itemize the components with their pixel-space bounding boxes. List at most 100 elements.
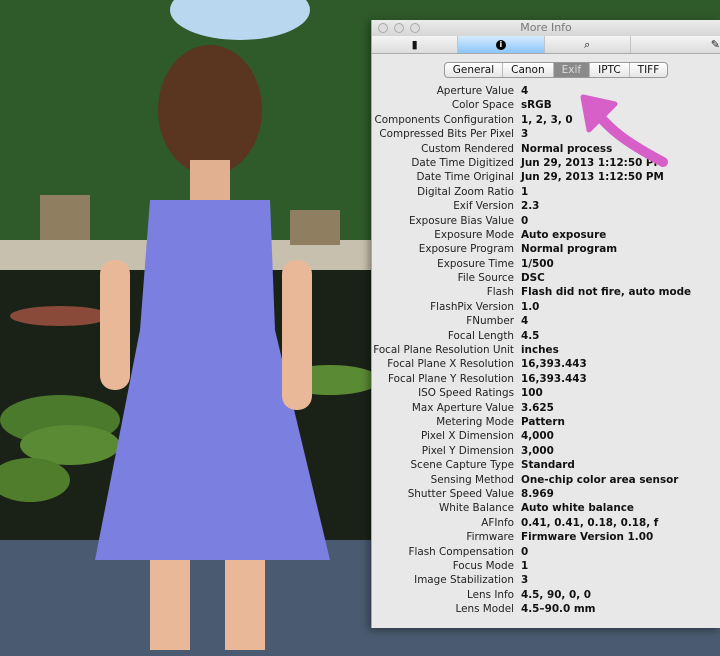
exif-value: 4 (521, 315, 529, 328)
exif-value: 16,393.443 (521, 358, 587, 371)
minimize-button[interactable] (394, 23, 404, 33)
exif-label: FlashPix Version (430, 300, 514, 313)
metadata-tabs: General Canon Exif IPTC TIFF (443, 62, 669, 78)
exif-value: 16,393.443 (521, 372, 587, 385)
exif-row: Flash Compensation 0 (372, 545, 720, 559)
tab-canon[interactable]: Canon (503, 63, 554, 77)
exif-row: Exposure Program Normal program (372, 242, 720, 256)
annotation-arrow (580, 94, 668, 167)
exif-row: Lens Info 4.5, 90, 0, 0 (372, 588, 720, 602)
exif-value: 1/500 (521, 257, 554, 270)
info-icon: i (495, 39, 506, 50)
exif-label: File Source (457, 272, 514, 285)
exif-label: Focal Length (447, 329, 514, 342)
exif-label: Flash (486, 286, 514, 299)
exif-row: Exposure Mode Auto exposure (372, 228, 720, 242)
exif-row: Max Aperture Value 3.625 (372, 401, 720, 415)
exif-label: Pixel X Dimension (421, 430, 514, 443)
exif-label: Custom Rendered (421, 142, 514, 155)
exif-value: Firmware Version 1.00 (521, 531, 654, 544)
exif-row: Image Stabilization 3 (372, 573, 720, 587)
exif-row: Lens Model 4.5–90.0 mm (372, 602, 720, 616)
exif-row: Exif Version 2.3 (372, 199, 720, 213)
exif-value: 3 (521, 128, 529, 141)
window-title: More Info (520, 21, 572, 34)
exif-row: Pixel Y Dimension 3,000 (372, 444, 720, 458)
exif-value: 0 (521, 214, 529, 227)
exif-value: Flash did not fire, auto mode (521, 286, 692, 299)
exif-label: AFInfo (481, 516, 514, 529)
exif-row: Sensing Method One-chip color area sensor (372, 473, 720, 487)
exif-label: White Balance (439, 502, 514, 515)
tab-tiff[interactable]: TIFF (630, 63, 668, 77)
exif-value: DSC (521, 272, 545, 285)
exif-row: Pixel X Dimension 4,000 (372, 429, 720, 443)
exif-label: Sensing Method (430, 473, 514, 486)
exif-value: 3,000 (521, 444, 554, 457)
exif-row: Date Time Original Jun 29, 2013 1:12:50 P… (372, 170, 720, 184)
exif-label: ISO Speed Ratings (418, 387, 514, 400)
exif-label: Pixel Y Dimension (421, 444, 514, 457)
exif-value: inches (521, 344, 559, 357)
exif-label: FNumber (466, 315, 514, 328)
title-bar: More Info (372, 20, 720, 36)
exif-label: Focus Mode (452, 559, 514, 572)
exif-value: 0.41, 0.41, 0.18, 0.18, f (521, 516, 659, 529)
exif-label: Exif Version (453, 200, 514, 213)
exif-value: 2.3 (521, 200, 540, 213)
exif-label: Shutter Speed Value (407, 487, 514, 500)
close-button[interactable] (378, 23, 388, 33)
exif-label: Focal Plane Y Resolution (388, 372, 514, 385)
exif-label: Lens Model (455, 603, 515, 616)
more-info-tab[interactable]: i (458, 36, 545, 53)
exif-label: Metering Mode (436, 415, 514, 428)
exif-row: Digital Zoom Ratio 1 (372, 185, 720, 199)
exif-value: sRGB (521, 99, 552, 112)
exif-label: Compressed Bits Per Pixel (379, 128, 514, 141)
exif-value: One-chip color area sensor (521, 473, 679, 486)
document-icon: ▮ (411, 38, 418, 51)
exif-value: 4.5, 90, 0, 0 (521, 588, 592, 601)
exif-row: Focal Length 4.5 (372, 329, 720, 343)
exif-value: 1 (521, 559, 529, 572)
exif-value: 3.625 (521, 401, 554, 414)
exif-row: FNumber 4 (372, 314, 720, 328)
inspector-toolbar: ▮ i ⌕ ✎ (372, 36, 720, 54)
tab-exif[interactable]: Exif (553, 63, 591, 77)
edit-tab[interactable]: ✎ (631, 36, 720, 53)
exif-label: Lens Info (467, 588, 514, 601)
general-info-tab[interactable]: ▮ (372, 36, 459, 53)
exif-value: Auto exposure (521, 228, 607, 241)
exif-value: 1, 2, 3, 0 (521, 113, 573, 126)
exif-label: Flash Compensation (408, 545, 514, 558)
pencil-icon: ✎ (710, 38, 720, 51)
exif-row: AFInfo 0.41, 0.41, 0.18, 0.18, f (372, 516, 720, 530)
exif-row: Firmware Firmware Version 1.00 (372, 530, 720, 544)
exif-row: Exposure Bias Value 0 (372, 214, 720, 228)
exif-value: 1.0 (521, 300, 540, 313)
tab-general[interactable]: General (445, 63, 504, 77)
exif-row: Flash Flash did not fire, auto mode (372, 285, 720, 299)
zoom-button[interactable] (410, 23, 420, 33)
exif-row: Focal Plane X Resolution 16,393.443 (372, 357, 720, 371)
exif-label: Focal Plane Resolution Unit (373, 344, 514, 357)
exif-row: Exposure Time 1/500 (372, 257, 720, 271)
exif-value: Pattern (521, 415, 565, 428)
exif-value: Normal program (521, 243, 618, 256)
exif-label: Scene Capture Type (410, 459, 514, 472)
exif-label: Exposure Program (418, 243, 514, 256)
exif-row: ISO Speed Ratings 100 (372, 386, 720, 400)
exif-row: File Source DSC (372, 271, 720, 285)
exif-value: 3 (521, 574, 529, 587)
tab-iptc[interactable]: IPTC (590, 63, 630, 77)
exif-value: 4 (521, 85, 529, 97)
exif-label: Exposure Time (437, 257, 514, 270)
search-tab[interactable]: ⌕ (545, 36, 631, 53)
exif-row: Focal Plane Resolution Unit inches (372, 343, 720, 357)
exif-label: Color Space (451, 99, 514, 112)
exif-value: 4,000 (521, 430, 554, 443)
exif-label: Digital Zoom Ratio (417, 185, 514, 198)
exif-label: Date Time Digitized (411, 156, 514, 169)
exif-label: Aperture Value (436, 85, 514, 97)
exif-row: Metering Mode Pattern (372, 415, 720, 429)
